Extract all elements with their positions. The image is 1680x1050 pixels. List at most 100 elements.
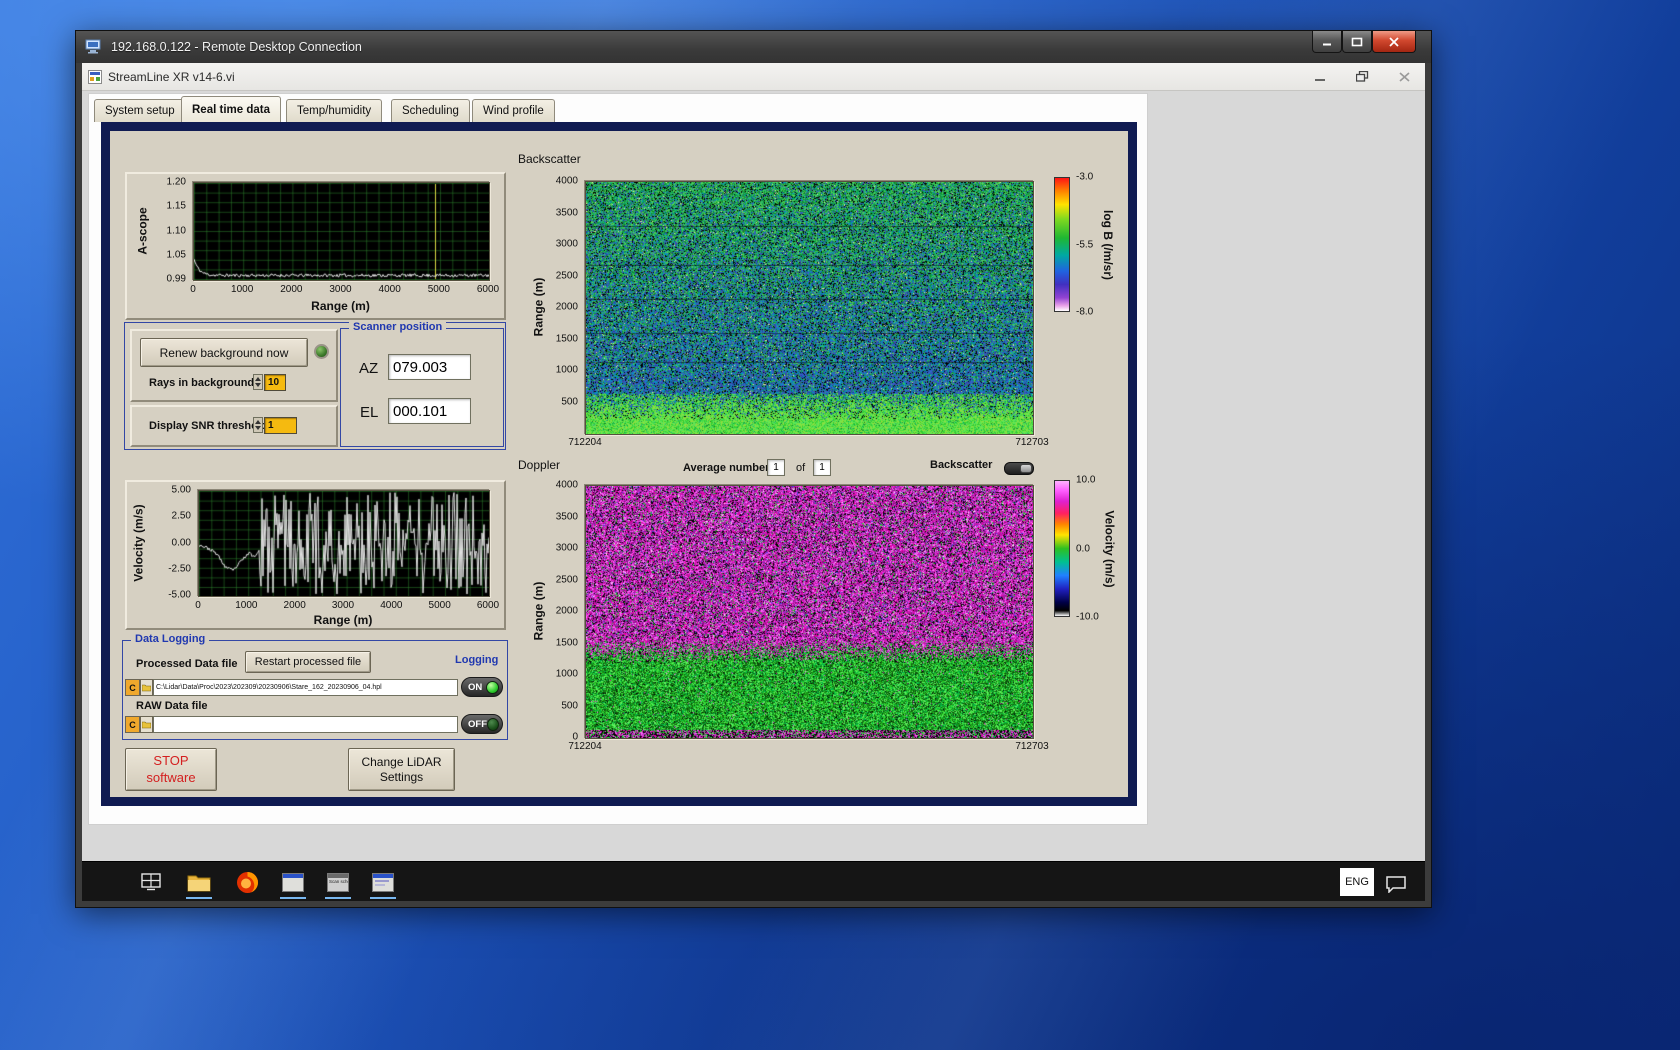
tab-label: Real time data bbox=[192, 103, 270, 116]
stop-software-line2: software bbox=[146, 769, 196, 785]
tick-label: 4000 bbox=[378, 284, 401, 295]
raw-logging-led bbox=[487, 717, 499, 731]
tick-label: 4000 bbox=[380, 600, 403, 611]
scanner-position-title: Scanner position bbox=[349, 321, 447, 333]
tab-label: System setup bbox=[105, 105, 175, 117]
snr-spinner[interactable] bbox=[253, 417, 263, 433]
rdp-window-title: 192.168.0.122 - Remote Desktop Connectio… bbox=[111, 40, 362, 54]
tick-label: 1000 bbox=[235, 600, 258, 611]
raw-path-drive-tile[interactable]: C bbox=[125, 716, 140, 733]
restart-processed-file-button[interactable]: Restart processed file bbox=[245, 651, 371, 673]
tick-label: 6000 bbox=[476, 284, 500, 295]
tab-real-time-data[interactable]: Real time data bbox=[181, 96, 281, 122]
start-button[interactable] bbox=[138, 869, 164, 895]
raw-path-field[interactable] bbox=[153, 716, 458, 733]
doppler-y-axis-title: Range (m) bbox=[531, 581, 546, 641]
processed-path-drive-tile[interactable]: C bbox=[125, 679, 140, 696]
notification-chat-icon[interactable] bbox=[1383, 871, 1409, 897]
change-lidar-settings-button[interactable]: Change LiDAR Settings bbox=[348, 748, 455, 791]
rdp-minimize-button[interactable] bbox=[1312, 31, 1342, 53]
tick-label: -10.0 bbox=[1076, 611, 1099, 623]
tab-label: Scheduling bbox=[402, 105, 459, 117]
language-indicator[interactable]: ENG bbox=[1340, 868, 1374, 896]
raw-data-file-label: RAW Data file bbox=[136, 700, 208, 712]
snr-value-field[interactable]: 1 bbox=[264, 417, 297, 434]
tick-label: 1000 bbox=[555, 364, 578, 376]
background-subgroup: Renew background now Rays in background … bbox=[130, 329, 338, 402]
backscatter-plot-frame bbox=[585, 181, 1034, 435]
processed-path-field[interactable]: C:\Lidar\Data\Proc\2023\202309\20230906\… bbox=[153, 679, 458, 696]
tick-label: 4000 bbox=[555, 479, 578, 491]
streamline-app-icon[interactable] bbox=[280, 869, 306, 895]
tick-label: 2500 bbox=[555, 574, 578, 585]
doppler-graph-title: Doppler bbox=[518, 458, 561, 472]
tick-label: 10.0 bbox=[1076, 474, 1096, 486]
tab-wind-profile[interactable]: Wind profile bbox=[472, 99, 555, 122]
app-titlebar[interactable]: StreamLine XR v14-6.vi bbox=[82, 63, 1425, 91]
app-restore-button[interactable] bbox=[1347, 66, 1377, 87]
tick-label: 1500 bbox=[555, 333, 578, 344]
el-value-field[interactable]: 000.101 bbox=[388, 398, 471, 424]
raw-logging-toggle[interactable]: OFF bbox=[461, 714, 503, 734]
tab-label: Temp/humidity bbox=[297, 105, 372, 117]
raw-logging-toggle-label: OFF bbox=[468, 718, 487, 730]
terminal-app-icon[interactable] bbox=[370, 869, 396, 895]
processed-path-browse-icon[interactable] bbox=[140, 679, 153, 696]
file-explorer-running-indicator bbox=[186, 897, 212, 899]
scan-scheduler-app-icon[interactable]: Scan sched bbox=[325, 869, 351, 895]
ascope-plot-canvas bbox=[194, 183, 489, 280]
backscatter-x-start: 712204 bbox=[568, 437, 602, 448]
velocity-y-ticks: 5.00 2.50 0.00 -2.50 -5.00 bbox=[127, 485, 194, 601]
rdp-titlebar[interactable]: 192.168.0.122 - Remote Desktop Connectio… bbox=[76, 31, 1431, 63]
processed-logging-toggle[interactable]: ON bbox=[461, 677, 503, 697]
rays-value-field[interactable]: 10 bbox=[264, 374, 286, 391]
az-value-field[interactable]: 079.003 bbox=[388, 354, 471, 380]
panel-frame: A-scope 1.20 1.15 1.10 1.05 0.99 0 1000 2000 30… bbox=[101, 122, 1137, 806]
ascope-graph-group: A-scope 1.20 1.15 1.10 1.05 0.99 0 1000 2000 30… bbox=[125, 172, 506, 320]
app-close-button[interactable] bbox=[1389, 66, 1419, 87]
change-lidar-line2: Settings bbox=[379, 769, 424, 784]
backscatter-graph-title: Backscatter bbox=[518, 152, 581, 166]
stop-software-line1: STOP bbox=[153, 753, 189, 769]
tick-label: 2500 bbox=[555, 270, 578, 281]
tick-label: 2000 bbox=[555, 301, 578, 313]
remote-desktop-icon bbox=[85, 39, 101, 54]
raw-path-browse-icon[interactable] bbox=[140, 716, 153, 733]
average-of-label: of bbox=[796, 462, 806, 474]
rays-spinner[interactable] bbox=[253, 374, 263, 390]
ascope-x-axis-title: Range (m) bbox=[311, 299, 370, 313]
doppler-y-ticks: 4000 3500 3000 2500 2000 1500 1000 500 0 bbox=[547, 480, 581, 743]
tick-label: 4000 bbox=[555, 175, 578, 187]
tick-label: 3000 bbox=[331, 600, 355, 611]
average-number-field[interactable]: 1 bbox=[767, 459, 785, 476]
scan-scheduler-running-indicator bbox=[325, 897, 351, 899]
tab-scheduling[interactable]: Scheduling bbox=[391, 99, 470, 122]
tab-temp-humidity[interactable]: Temp/humidity bbox=[286, 99, 383, 122]
renew-background-button[interactable]: Renew background now bbox=[140, 338, 308, 367]
streamline-running-indicator bbox=[280, 897, 306, 899]
stop-software-button[interactable]: STOP software bbox=[125, 748, 217, 791]
rdp-maximize-button[interactable] bbox=[1342, 31, 1372, 53]
tick-label: 1.05 bbox=[166, 249, 186, 261]
az-label: AZ bbox=[359, 360, 379, 377]
backscatter-x-labels: 712204 712703 bbox=[568, 437, 1048, 449]
rays-in-background-label: Rays in background bbox=[149, 377, 255, 389]
tab-label: Wind profile bbox=[483, 105, 544, 117]
backscatter-heatmap-canvas bbox=[586, 182, 1033, 434]
app-window-title: StreamLine XR v14-6.vi bbox=[108, 69, 235, 84]
app-minimize-button[interactable] bbox=[1305, 66, 1335, 87]
velocity-x-axis-title: Range (m) bbox=[313, 613, 373, 627]
tick-label: 1.15 bbox=[166, 200, 186, 212]
firefox-icon[interactable] bbox=[234, 869, 260, 895]
change-lidar-line1: Change LiDAR bbox=[361, 754, 442, 769]
backscatter-doppler-toggle[interactable] bbox=[1004, 462, 1034, 475]
rdp-close-button[interactable] bbox=[1372, 31, 1416, 53]
file-explorer-icon[interactable] bbox=[186, 869, 212, 895]
velocity-graph-group: Velocity (m/s) 5.00 2.50 0.00 -2.50 -5.00 01… bbox=[125, 480, 506, 630]
doppler-colorbar bbox=[1054, 480, 1070, 617]
tab-system-setup[interactable]: System setup bbox=[94, 99, 186, 122]
average-of-field[interactable]: 1 bbox=[813, 459, 831, 476]
tick-label: 3000 bbox=[555, 542, 578, 554]
background-status-led bbox=[314, 344, 329, 359]
tick-label: -8.0 bbox=[1076, 306, 1094, 318]
